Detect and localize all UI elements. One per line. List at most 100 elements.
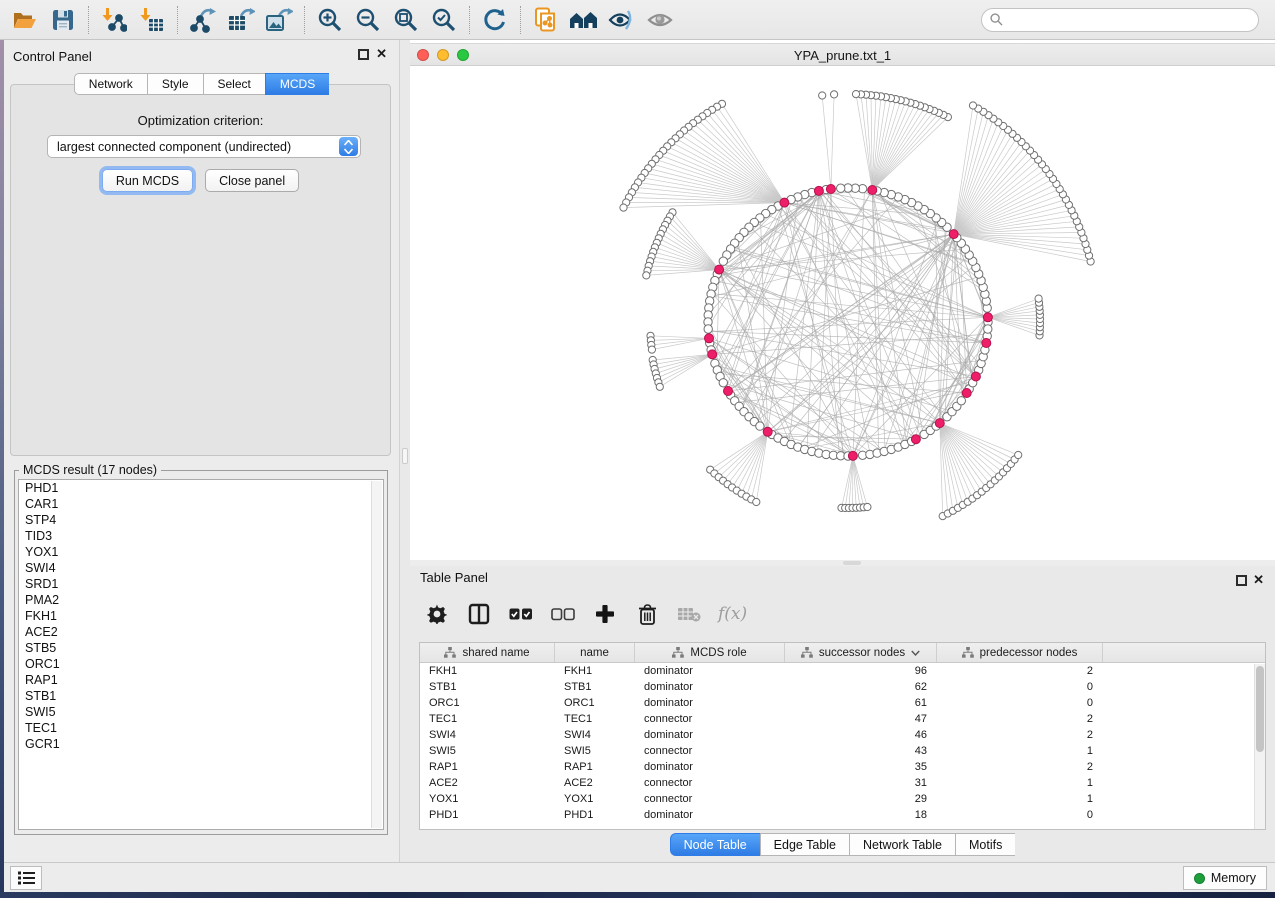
delete-column-button[interactable] <box>634 601 660 627</box>
vertical-splitter[interactable] <box>400 40 410 862</box>
table-column-header[interactable]: name <box>555 643 635 662</box>
table-row[interactable]: RAP1 RAP1 dominator 35 2 <box>420 759 1265 775</box>
export-network-button[interactable] <box>187 4 219 36</box>
export-image-button[interactable] <box>263 4 295 36</box>
show-columns-button[interactable] <box>466 601 492 627</box>
zoom-selected-button[interactable] <box>428 4 460 36</box>
mcds-result-item[interactable]: YOX1 <box>19 544 383 560</box>
mcds-result-item[interactable]: PHD1 <box>19 480 383 496</box>
zoom-in-button[interactable] <box>314 4 346 36</box>
table-row[interactable]: FKH1 FKH1 dominator 96 2 <box>420 663 1265 679</box>
function-builder-button[interactable]: f(x) <box>718 604 747 624</box>
status-bar: Memory <box>4 862 1275 892</box>
share-network-document-button[interactable] <box>530 4 562 36</box>
zoom-out-button[interactable] <box>352 4 384 36</box>
table-row[interactable]: ORC1 ORC1 dominator 61 0 <box>420 695 1265 711</box>
mcds-result-item[interactable]: SRD1 <box>19 576 383 592</box>
close-panel-button[interactable]: Close panel <box>205 169 299 192</box>
clear-table-button[interactable] <box>676 601 702 627</box>
mcds-result-item[interactable]: FKH1 <box>19 608 383 624</box>
table-column-header[interactable] <box>1103 643 1265 662</box>
import-table-button[interactable] <box>136 4 168 36</box>
cell-mcds-role: dominator <box>635 681 785 693</box>
float-window-icon[interactable] <box>358 49 369 60</box>
hide-graphics-details-button[interactable] <box>606 4 638 36</box>
table-column-header[interactable]: successor nodes <box>785 643 937 662</box>
mcds-list-scrollbar[interactable] <box>371 481 382 828</box>
task-history-button[interactable] <box>10 866 42 890</box>
run-mcds-button[interactable]: Run MCDS <box>102 169 193 192</box>
mcds-result-item[interactable]: PMA2 <box>19 592 383 608</box>
mcds-result-item[interactable]: TID3 <box>19 528 383 544</box>
mcds-result-item[interactable]: SWI5 <box>19 704 383 720</box>
mcds-result-item[interactable]: SWI4 <box>19 560 383 576</box>
mcds-result-item[interactable]: CAR1 <box>19 496 383 512</box>
cell-shared-name: FKH1 <box>420 665 555 677</box>
table-column-header[interactable]: shared name <box>420 643 555 662</box>
save-session-button[interactable] <box>47 4 79 36</box>
cell-name: TEC1 <box>555 713 635 725</box>
table-panel-tab[interactable]: Motifs <box>955 833 1015 856</box>
houses-icon <box>569 8 599 32</box>
table-panel-title: Table Panel <box>420 570 488 585</box>
optimization-criterion-select[interactable]: largest connected component (undirected) <box>47 135 361 158</box>
search-box[interactable] <box>981 8 1259 32</box>
table-scrollbar[interactable] <box>1254 664 1265 829</box>
mcds-result-item[interactable]: STP4 <box>19 512 383 528</box>
float-window-icon[interactable] <box>1236 575 1247 586</box>
show-graphics-details-button[interactable] <box>644 4 676 36</box>
export-image-icon <box>265 7 293 33</box>
mcds-result-item[interactable]: STB1 <box>19 688 383 704</box>
mcds-result-item[interactable]: RAP1 <box>19 672 383 688</box>
mcds-result-item[interactable]: GCR1 <box>19 736 383 752</box>
table-column-header[interactable]: MCDS role <box>635 643 785 662</box>
deselect-all-button[interactable] <box>550 601 576 627</box>
table-row[interactable]: PHD1 PHD1 dominator 18 0 <box>420 807 1265 823</box>
mcds-result-item[interactable]: ACE2 <box>19 624 383 640</box>
mcds-result-item[interactable]: ORC1 <box>19 656 383 672</box>
table-settings-button[interactable] <box>424 601 450 627</box>
control-panel-tab[interactable]: Style <box>147 73 203 95</box>
table-panel-tab[interactable]: Node Table <box>670 833 760 856</box>
mcds-result-item[interactable]: TEC1 <box>19 720 383 736</box>
import-network-button[interactable] <box>98 4 130 36</box>
table-row[interactable]: STB1 STB1 dominator 62 0 <box>420 679 1265 695</box>
cell-successor-nodes: 62 <box>785 681 937 693</box>
cell-shared-name: ORC1 <box>420 697 555 709</box>
mcds-result-item[interactable]: STB5 <box>19 640 383 656</box>
desktop-wallpaper-edge <box>0 40 4 898</box>
cell-shared-name: RAP1 <box>420 761 555 773</box>
table-panel-tab[interactable]: Network Table <box>849 833 955 856</box>
splitter-handle[interactable] <box>843 561 861 565</box>
scrollbar-thumb[interactable] <box>1256 666 1264 752</box>
search-icon <box>990 13 1003 26</box>
table-column-header[interactable]: predecessor nodes <box>937 643 1103 662</box>
control-panel-tab[interactable]: MCDS <box>265 73 329 95</box>
close-panel-icon[interactable]: ✕ <box>376 46 387 62</box>
table-row[interactable]: YOX1 YOX1 connector 29 1 <box>420 791 1265 807</box>
table-row[interactable]: SWI4 SWI4 dominator 46 2 <box>420 727 1265 743</box>
network-manager-button[interactable] <box>568 4 600 36</box>
selected-criterion: largest connected component (undirected) <box>48 140 339 154</box>
mcds-result-list[interactable]: PHD1 CAR1 STP4 TID3 YOX1 SWI4 SRD1 PMA2 … <box>18 479 384 830</box>
table-panel-tab[interactable]: Edge Table <box>760 833 849 856</box>
refresh-view-button[interactable] <box>479 4 511 36</box>
control-panel-tab[interactable]: Select <box>203 73 265 95</box>
trash-icon <box>638 604 657 625</box>
search-input[interactable] <box>1009 13 1250 27</box>
add-column-button[interactable] <box>592 601 618 627</box>
table-row[interactable]: SWI5 SWI5 connector 43 1 <box>420 743 1265 759</box>
control-panel-tab[interactable]: Network <box>74 73 147 95</box>
close-panel-icon[interactable]: ✕ <box>1253 572 1264 588</box>
network-canvas[interactable] <box>410 66 1275 560</box>
export-table-button[interactable] <box>225 4 257 36</box>
zoom-fit-button[interactable] <box>390 4 422 36</box>
cell-successor-nodes: 61 <box>785 697 937 709</box>
table-row[interactable]: TEC1 TEC1 connector 47 2 <box>420 711 1265 727</box>
memory-button[interactable]: Memory <box>1183 866 1267 890</box>
splitter-handle[interactable] <box>402 448 408 464</box>
import-network-icon <box>101 7 127 33</box>
select-all-button[interactable] <box>508 601 534 627</box>
table-row[interactable]: ACE2 ACE2 connector 31 1 <box>420 775 1265 791</box>
open-session-button[interactable] <box>9 4 41 36</box>
